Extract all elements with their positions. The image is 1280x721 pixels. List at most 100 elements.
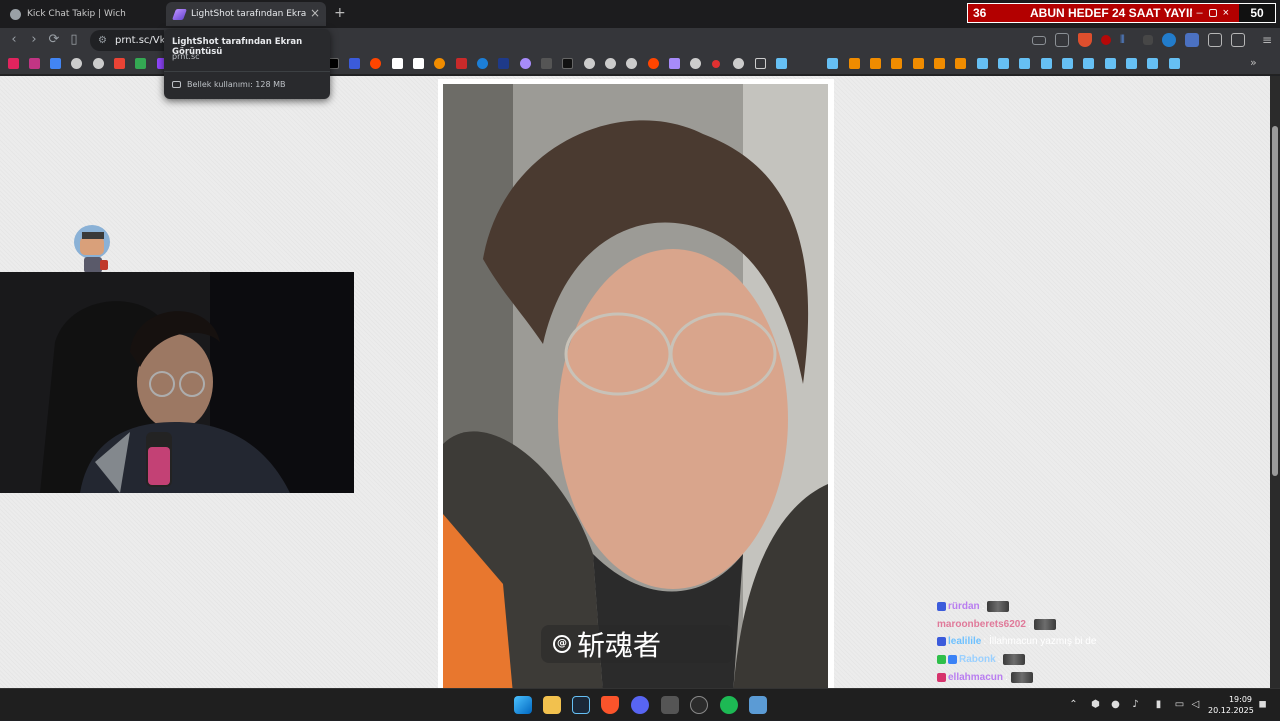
windows-taskbar: ⌃ ⬢ ● ♪ ▮ ▭ ◁ 19:09 20.12.2025 ◼ [0, 688, 1280, 720]
audio-extension-icon[interactable]: ⦀ [1120, 33, 1134, 47]
taskbar-clock[interactable]: 19:09 20.12.2025 [1208, 694, 1254, 716]
address-bar[interactable]: ⚙ prnt.sc/Vkg [90, 30, 172, 51]
discord-icon[interactable] [631, 696, 649, 714]
tray-shield-icon[interactable]: ⬢ [1090, 699, 1101, 710]
lightshot-feather-icon [171, 8, 188, 20]
bookmark-steam-icon[interactable] [1062, 58, 1073, 69]
volume-icon[interactable]: ♪ [1130, 699, 1141, 710]
bookmark-steam-icon[interactable] [998, 58, 1009, 69]
bookmark-kick-icon[interactable] [562, 58, 573, 69]
steam-icon[interactable] [572, 696, 590, 714]
bookmark-orange-icon[interactable] [955, 58, 966, 69]
bookmark-orange-icon[interactable] [913, 58, 924, 69]
bookmark-steam-icon[interactable] [776, 58, 787, 69]
bookmark-globe-icon[interactable] [626, 58, 637, 69]
bookmark-nfl-icon[interactable] [498, 58, 509, 69]
tray-steam-icon[interactable]: ● [1110, 699, 1121, 710]
cast-icon[interactable] [1032, 35, 1046, 45]
bookmark-steam-icon[interactable] [977, 58, 988, 69]
bookmark-icon[interactable] [456, 58, 467, 69]
page-scrollbar[interactable] [1270, 76, 1280, 688]
bookmark-globe-icon[interactable] [690, 58, 701, 69]
bookmark-steam-icon[interactable] [1169, 58, 1180, 69]
bookmark-folder-icon[interactable] [755, 58, 766, 69]
bookmark-globe-icon[interactable] [605, 58, 616, 69]
bookmark-steam-icon[interactable] [1041, 58, 1052, 69]
bookmark-steam-icon[interactable] [1105, 58, 1116, 69]
chat-emote [1033, 618, 1056, 630]
bookmark-reddit-icon[interactable] [648, 58, 659, 69]
bookmark-translate-icon[interactable] [50, 58, 61, 69]
sidebar-icon[interactable] [1231, 33, 1245, 47]
microphone-icon[interactable]: ▮ [1153, 699, 1164, 710]
menu-icon[interactable]: ≡ [1262, 33, 1276, 47]
bookmark-icon[interactable] [712, 60, 720, 68]
bookmark-p-icon[interactable] [392, 58, 403, 69]
bookmark-icon[interactable] [733, 58, 744, 69]
chevron-up-icon[interactable]: ⌃ [1068, 699, 1079, 710]
back-icon[interactable]: ‹ [6, 32, 22, 48]
bookmark-globe-icon[interactable] [584, 58, 595, 69]
bookmark-youtube-icon[interactable] [8, 58, 19, 69]
bookmark-icon[interactable] [349, 58, 360, 69]
brave-icon[interactable] [601, 696, 619, 714]
share-icon[interactable] [1055, 33, 1069, 47]
chat-colon: : [997, 654, 1001, 666]
clock-date: 20.12.2025 [1208, 706, 1254, 715]
app-icon[interactable] [749, 696, 767, 714]
banner-title: ABUN HEDEF 24 SAAT YAYIN [1030, 6, 1193, 20]
bookmark-orange-icon[interactable] [870, 58, 881, 69]
hover-card-memory: Bellek kullanımı: 128 MB [172, 80, 286, 89]
reload-icon[interactable]: ⟳ [46, 32, 62, 48]
extension-icon[interactable] [1143, 35, 1153, 45]
bookmark-lightshot-icon[interactable] [669, 58, 680, 69]
bookmark-orange-icon[interactable] [934, 58, 945, 69]
scrollbar-thumb[interactable] [1272, 126, 1278, 476]
obs-icon[interactable] [690, 696, 708, 714]
bookmark-icon[interactable] [541, 58, 552, 69]
network-icon[interactable]: ▭ [1174, 699, 1185, 710]
tab-title: LightShot tarafından Ekran Görü [191, 9, 306, 19]
ublock-icon[interactable] [1101, 35, 1111, 45]
extensions-puzzle-icon[interactable] [1208, 33, 1222, 47]
notification-icon[interactable]: ◼ [1257, 699, 1268, 710]
bookmark-play-icon[interactable] [477, 58, 488, 69]
more-bookmarks-icon[interactable]: » [1250, 56, 1257, 69]
bookmark-orange-icon[interactable] [849, 58, 860, 69]
forward-icon[interactable]: › [26, 32, 42, 48]
bookmark-globe-icon[interactable] [93, 58, 104, 69]
bookmark-gmail-icon[interactable] [114, 58, 125, 69]
bookmark-instagram-icon[interactable] [29, 58, 40, 69]
webcam-overlay [0, 272, 354, 493]
file-explorer-icon[interactable] [543, 696, 561, 714]
bookmark-icon[interactable] [434, 58, 445, 69]
tab-manager-icon[interactable] [1185, 33, 1199, 47]
new-tab-button[interactable]: + [334, 5, 346, 21]
bookmark-steam-icon[interactable] [1147, 58, 1158, 69]
tab-lightshot[interactable]: LightShot tarafından Ekran Görü × [166, 2, 326, 26]
bookmark-steam-icon[interactable] [827, 58, 838, 69]
bookmark-reddit-icon[interactable] [370, 58, 381, 69]
bookmark-drive-icon[interactable] [135, 58, 146, 69]
close-tab-icon[interactable]: × [310, 6, 320, 20]
bookmark-steam-icon[interactable] [1083, 58, 1094, 69]
bookmark-icon[interactable]: ▯ [66, 32, 82, 48]
bookmark-globe-icon[interactable] [71, 58, 82, 69]
tab-kick-chat[interactable]: Kick Chat Takip | Wich [2, 2, 164, 26]
chat-badge-icon [937, 637, 946, 647]
site-info-icon[interactable]: ⚙ [98, 35, 107, 46]
bookmark-orange-icon[interactable] [891, 58, 902, 69]
toolbar-icons: ⦀ ≡ [1032, 33, 1276, 47]
brave-shields-icon[interactable] [1078, 33, 1092, 47]
bookmark-steam-icon[interactable] [1126, 58, 1137, 69]
speaker-icon[interactable]: ◁ [1190, 699, 1201, 710]
app-cube-icon[interactable] [661, 696, 679, 714]
bookmark-icon[interactable] [520, 58, 531, 69]
bookmark-amazon-icon[interactable] [413, 58, 424, 69]
chat-username: lealilile [948, 636, 982, 648]
start-windows-icon[interactable] [514, 696, 532, 714]
spotify-icon[interactable] [720, 696, 738, 714]
bookmark-steam-icon[interactable] [1019, 58, 1030, 69]
clock-time: 19:09 [1228, 695, 1252, 704]
vpn-extension-icon[interactable] [1162, 33, 1176, 47]
